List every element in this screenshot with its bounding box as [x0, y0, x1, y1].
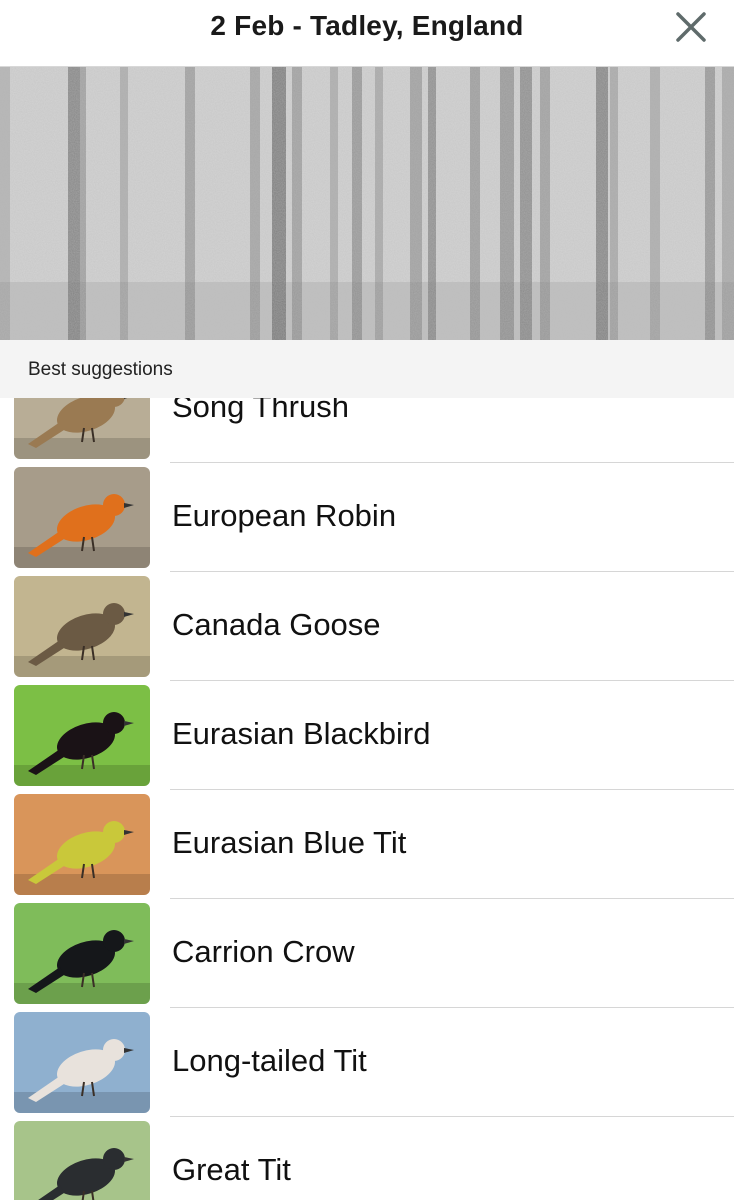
suggestion-item[interactable]: Carrion Crow — [0, 899, 734, 1008]
bird-name: Song Thrush — [172, 398, 349, 424]
bird-photo — [14, 398, 150, 459]
bird-photo — [14, 903, 150, 1004]
close-button[interactable] — [674, 10, 708, 44]
bird-name: Long-tailed Tit — [172, 1043, 367, 1078]
suggestion-list[interactable]: Song Thrush European Robin Canada Goose Eur… — [0, 398, 734, 1200]
suggestion-item[interactable]: Song Thrush — [0, 398, 734, 463]
bird-name: Carrion Crow — [172, 934, 355, 969]
bird-name: Eurasian Blue Tit — [172, 825, 407, 860]
section-header: Best suggestions — [0, 340, 734, 398]
bird-name: Eurasian Blackbird — [172, 716, 431, 751]
suggestion-item[interactable]: Long-tailed Tit — [0, 1008, 734, 1117]
bird-name: Canada Goose — [172, 607, 381, 642]
bird-thumbnail — [14, 685, 150, 786]
bird-thumbnail — [14, 398, 150, 459]
bird-thumbnail — [14, 1012, 150, 1113]
close-icon — [676, 12, 706, 42]
suggestion-item[interactable]: Eurasian Blue Tit — [0, 790, 734, 899]
bird-photo — [14, 685, 150, 786]
suggestion-item[interactable]: Canada Goose — [0, 572, 734, 681]
section-title: Best suggestions — [28, 359, 173, 380]
suggestion-item[interactable]: European Robin — [0, 463, 734, 572]
bird-thumbnail — [14, 903, 150, 1004]
bird-thumbnail — [14, 467, 150, 568]
bird-name: European Robin — [172, 498, 397, 533]
bird-photo — [14, 576, 150, 677]
suggestion-item[interactable]: Great Tit — [0, 1117, 734, 1200]
bird-photo — [14, 467, 150, 568]
bird-thumbnail — [14, 576, 150, 677]
suggestion-item[interactable]: Eurasian Blackbird — [0, 681, 734, 790]
spectrogram-image — [0, 67, 734, 340]
spectrogram[interactable] — [0, 67, 734, 340]
bird-photo — [14, 1121, 150, 1200]
recording-title: 2 Feb - Tadley, England — [210, 10, 524, 41]
bird-thumbnail — [14, 1121, 150, 1200]
header: 2 Feb - Tadley, England — [0, 0, 734, 67]
bird-name: Great Tit — [172, 1152, 291, 1187]
bird-thumbnail — [14, 794, 150, 895]
bird-photo — [14, 794, 150, 895]
bird-photo — [14, 1012, 150, 1113]
